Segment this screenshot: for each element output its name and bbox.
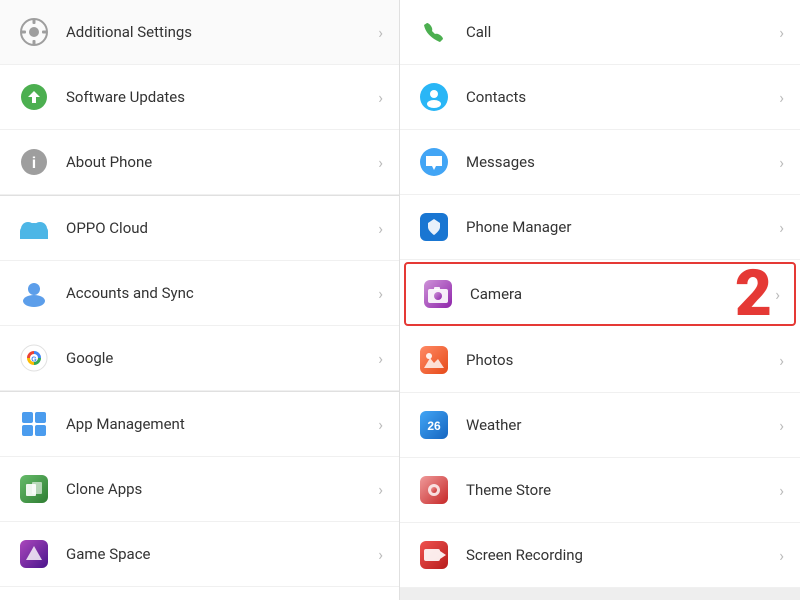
left-item-software-updates[interactable]: Software Updates › xyxy=(0,65,399,130)
right-item-label: Photos xyxy=(466,351,779,369)
messages-icon xyxy=(416,144,452,180)
right-item-contacts[interactable]: Contacts › xyxy=(400,65,800,130)
chevron-icon: › xyxy=(378,415,383,434)
svg-text:26: 26 xyxy=(427,419,441,433)
right-item-weather[interactable]: 26 Weather › xyxy=(400,393,800,458)
left-item-label: Accounts and Sync xyxy=(66,284,378,302)
left-item-label: About Phone xyxy=(66,153,378,171)
left-item-label: OPPO Cloud xyxy=(66,219,378,237)
chevron-icon: › xyxy=(378,349,383,368)
right-item-label: Messages xyxy=(466,153,779,171)
svg-text:i: i xyxy=(32,155,36,172)
right-item-photos[interactable]: Photos › xyxy=(400,328,800,393)
left-settings-panel: Additional Settings › Software Updates ›… xyxy=(0,0,400,600)
left-item-oppo-cloud[interactable]: OPPO Cloud › xyxy=(0,196,399,261)
right-item-label: Weather xyxy=(466,416,779,434)
right-item-screen-recording[interactable]: Screen Recording › xyxy=(400,523,800,588)
left-item-label: Additional Settings xyxy=(66,23,378,41)
camera-icon xyxy=(420,276,456,312)
call-icon xyxy=(416,14,452,50)
chevron-icon: › xyxy=(779,88,784,107)
app-management-icon xyxy=(16,406,52,442)
contacts-icon xyxy=(416,79,452,115)
left-item-additional-settings[interactable]: Additional Settings › xyxy=(0,0,399,65)
number-badge-2: 2 xyxy=(735,262,772,326)
left-item-app-splitscreen[interactable]: App Split-screen › xyxy=(0,587,399,600)
left-item-app-management[interactable]: App Management › xyxy=(0,392,399,457)
about-phone-icon: i xyxy=(16,144,52,180)
software-updates-icon xyxy=(16,79,52,115)
left-item-about-phone[interactable]: i About Phone › xyxy=(0,130,399,195)
right-item-label: Screen Recording xyxy=(466,546,779,564)
right-item-phone-manager[interactable]: Phone Manager › xyxy=(400,195,800,260)
chevron-icon: › xyxy=(779,546,784,565)
chevron-icon: › xyxy=(378,480,383,499)
left-item-label: Software Updates xyxy=(66,88,378,106)
left-item-label: Game Space xyxy=(66,545,378,563)
right-item-label: Contacts xyxy=(466,88,779,106)
chevron-icon: › xyxy=(378,545,383,564)
oppo-cloud-icon xyxy=(16,210,52,246)
right-item-call[interactable]: Call › xyxy=(400,0,800,65)
screen-recording-icon xyxy=(416,537,452,573)
right-item-label: Phone Manager xyxy=(466,218,779,236)
weather-icon: 26 xyxy=(416,407,452,443)
clone-apps-icon xyxy=(16,471,52,507)
theme-store-icon xyxy=(416,472,452,508)
right-panel-footer xyxy=(400,588,800,600)
right-item-theme-store[interactable]: Theme Store › xyxy=(400,458,800,523)
chevron-icon: › xyxy=(378,153,383,172)
chevron-icon: › xyxy=(378,219,383,238)
chevron-icon: › xyxy=(378,23,383,42)
right-item-messages[interactable]: Messages › xyxy=(400,130,800,195)
right-apps-panel: Call › Contacts › Messages › Phone Manag… xyxy=(400,0,800,600)
google-icon: G xyxy=(16,340,52,376)
svg-text:G: G xyxy=(31,357,37,364)
photos-icon xyxy=(416,342,452,378)
chevron-icon: › xyxy=(775,285,780,304)
game-space-icon xyxy=(16,536,52,572)
right-item-label: Camera xyxy=(470,285,775,303)
right-item-camera[interactable]: Camera › 2 xyxy=(404,262,796,326)
chevron-icon: › xyxy=(779,481,784,500)
chevron-icon: › xyxy=(779,351,784,370)
chevron-icon: › xyxy=(779,153,784,172)
left-item-accounts-sync[interactable]: Accounts and Sync › xyxy=(0,261,399,326)
accounts-sync-icon xyxy=(16,275,52,311)
left-item-label: Google xyxy=(66,349,378,367)
chevron-icon: › xyxy=(779,218,784,237)
chevron-icon: › xyxy=(779,416,784,435)
left-item-game-space[interactable]: Game Space › xyxy=(0,522,399,587)
left-item-label: Clone Apps xyxy=(66,480,378,498)
phone-manager-icon xyxy=(416,209,452,245)
right-item-label: Call xyxy=(466,23,779,41)
chevron-icon: › xyxy=(378,284,383,303)
chevron-icon: › xyxy=(779,23,784,42)
left-item-label: App Management xyxy=(66,415,378,433)
chevron-icon: › xyxy=(378,88,383,107)
left-item-google[interactable]: G Google › xyxy=(0,326,399,391)
right-item-label: Theme Store xyxy=(466,481,779,499)
additional-settings-icon xyxy=(16,14,52,50)
left-item-clone-apps[interactable]: Clone Apps › xyxy=(0,457,399,522)
